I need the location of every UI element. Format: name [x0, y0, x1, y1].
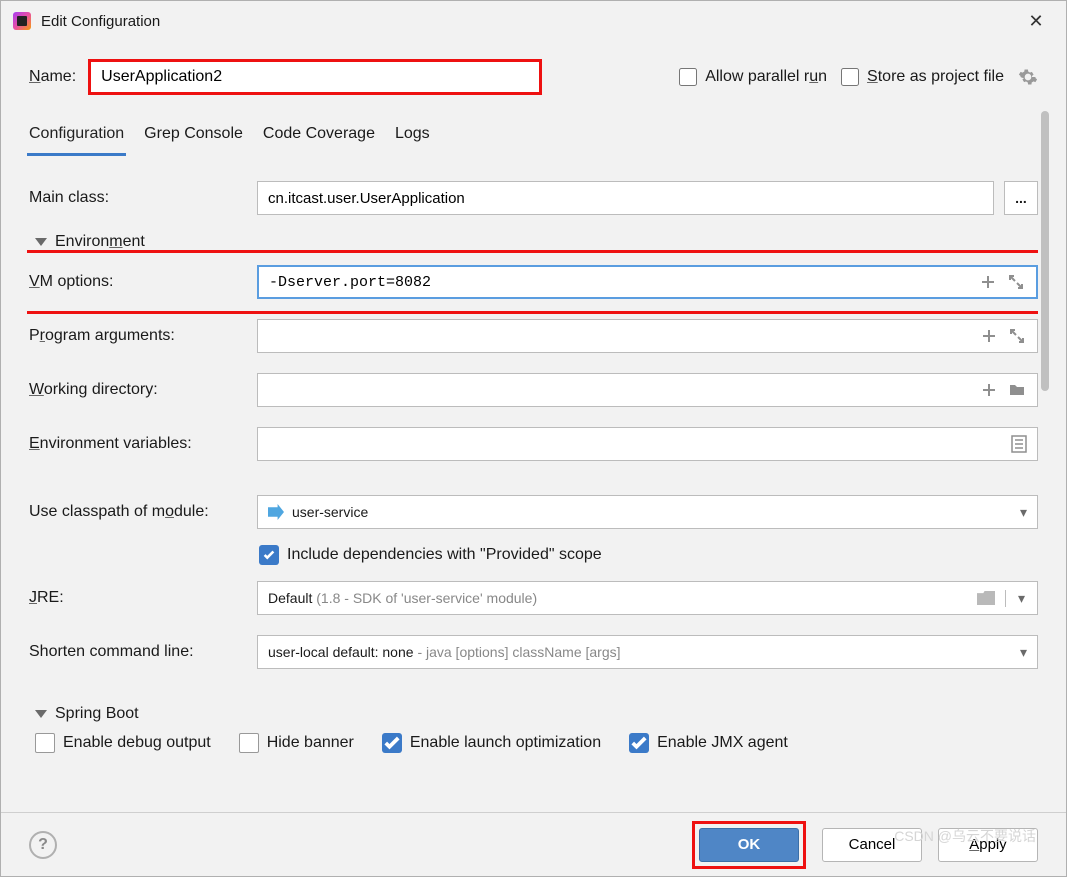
enable-jmx-agent-checkbox[interactable]: Enable JMX agent: [629, 733, 788, 753]
expand-icon[interactable]: [1006, 272, 1026, 292]
tab-bar: Configuration Grep Console Code Coverage…: [27, 111, 1038, 157]
spring-boot-section-header[interactable]: Spring Boot: [27, 697, 1038, 727]
help-button[interactable]: ?: [29, 831, 57, 859]
intellij-icon: [13, 12, 31, 30]
tab-logs[interactable]: Logs: [393, 119, 432, 156]
store-as-project-file-checkbox[interactable]: Store as project file: [841, 68, 1004, 86]
name-input[interactable]: [90, 61, 540, 93]
plus-icon[interactable]: [979, 380, 999, 400]
gear-icon[interactable]: [1018, 67, 1038, 87]
spring-boot-options-row: Enable debug output Hide banner Enable l…: [27, 727, 1038, 753]
module-icon: [268, 504, 284, 520]
working-dir-input[interactable]: [257, 373, 1038, 407]
main-class-browse-button[interactable]: ...: [1004, 181, 1038, 215]
chevron-down-icon: ▾: [1020, 644, 1027, 661]
chevron-down-icon: ▾: [1020, 504, 1027, 521]
jre-dropdown[interactable]: Default (1.8 - SDK of 'user-service' mod…: [257, 581, 1038, 615]
shorten-row: Shorten command line: user-local default…: [27, 625, 1038, 679]
checkbox-checked-icon: [259, 545, 279, 565]
fade-overlay: [1, 796, 1052, 812]
edit-configuration-dialog: Edit Configuration ✕ Name: Allow paralle…: [0, 0, 1067, 877]
folder-icon[interactable]: [1007, 380, 1027, 400]
name-row: Name: Allow parallel run Store as projec…: [1, 41, 1066, 101]
dialog-title: Edit Configuration: [41, 13, 1018, 30]
vm-options-row: VM options:: [27, 255, 1038, 309]
vertical-scrollbar[interactable]: [1038, 111, 1052, 797]
shorten-command-dropdown[interactable]: user-local default: none - java [options…: [257, 635, 1038, 669]
main-class-row: Main class: ...: [27, 171, 1038, 225]
allow-parallel-checkbox[interactable]: Allow parallel run: [679, 68, 827, 86]
program-args-row: Program arguments:: [27, 309, 1038, 363]
tab-configuration[interactable]: Configuration: [27, 119, 126, 156]
env-vars-input[interactable]: [257, 427, 1038, 461]
working-dir-row: Working directory:: [27, 363, 1038, 417]
jre-row: JRE: Default (1.8 - SDK of 'user-service…: [27, 571, 1038, 625]
expand-icon[interactable]: [1007, 326, 1027, 346]
chevron-down-icon: [35, 710, 47, 718]
chevron-down-icon: [35, 238, 47, 246]
vm-options-input[interactable]: [257, 265, 1038, 299]
classpath-row: Use classpath of module: user-service ▾: [27, 485, 1038, 539]
ok-button[interactable]: OK: [699, 828, 799, 862]
tab-code-coverage[interactable]: Code Coverage: [261, 119, 377, 156]
enable-debug-output-checkbox[interactable]: Enable debug output: [35, 733, 211, 753]
plus-icon[interactable]: [979, 326, 999, 346]
apply-button[interactable]: Apply: [938, 828, 1038, 862]
name-label: Name:: [29, 68, 76, 86]
close-icon[interactable]: ✕: [1018, 11, 1054, 32]
include-provided-checkbox[interactable]: Include dependencies with "Provided" sco…: [27, 539, 1038, 571]
program-args-input[interactable]: [257, 319, 1038, 353]
classpath-module-dropdown[interactable]: user-service ▾: [257, 495, 1038, 529]
env-vars-row: Environment variables:: [27, 417, 1038, 471]
cancel-button[interactable]: Cancel: [822, 828, 922, 862]
list-icon[interactable]: [1011, 435, 1027, 453]
chevron-down-icon[interactable]: ▾: [1005, 590, 1037, 607]
folder-icon[interactable]: [977, 591, 995, 605]
environment-section-header[interactable]: Environment: [27, 225, 1038, 255]
titlebar: Edit Configuration ✕: [1, 1, 1066, 41]
hide-banner-checkbox[interactable]: Hide banner: [239, 733, 354, 753]
ok-highlight: OK: [692, 821, 806, 869]
main-class-input[interactable]: [257, 181, 994, 215]
tab-grep-console[interactable]: Grep Console: [142, 119, 245, 156]
plus-icon[interactable]: [978, 272, 998, 292]
dialog-footer: ? OK Cancel Apply: [1, 812, 1066, 876]
main-class-label: Main class:: [27, 189, 257, 207]
enable-launch-optimization-checkbox[interactable]: Enable launch optimization: [382, 733, 601, 753]
